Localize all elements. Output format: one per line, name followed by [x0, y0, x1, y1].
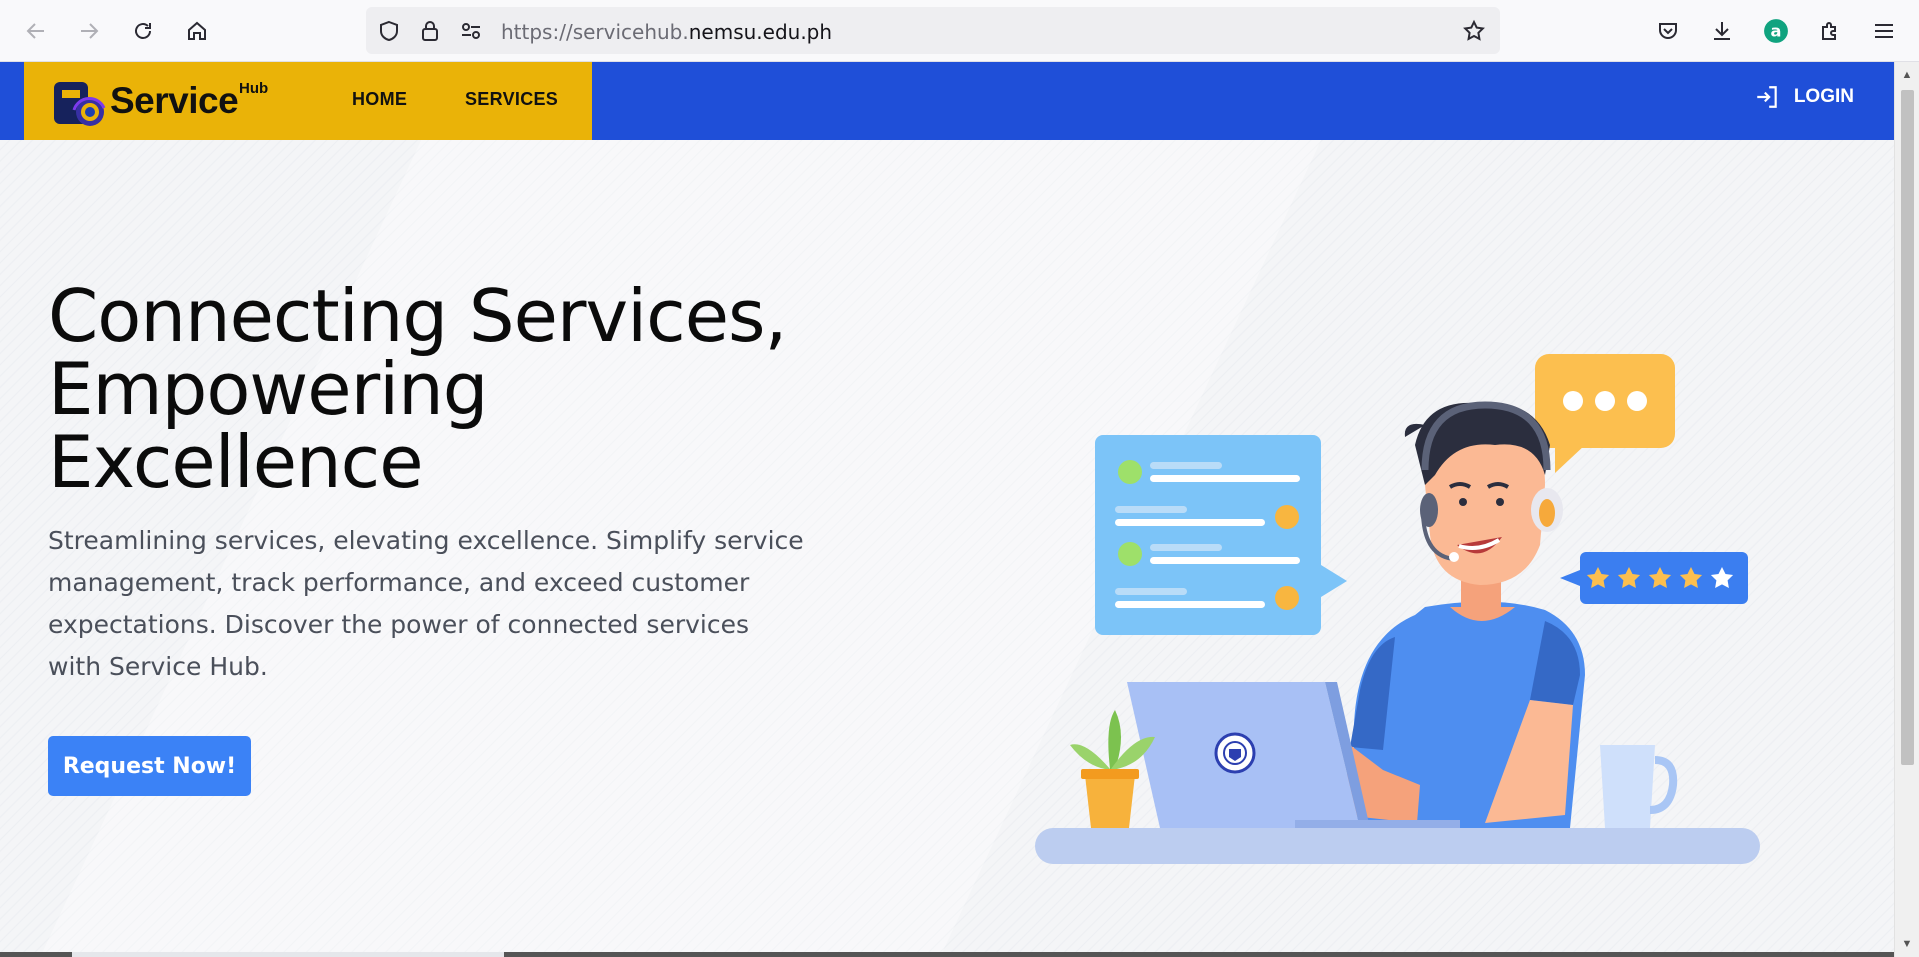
logo-superscript: Hub	[239, 80, 269, 97]
home-icon[interactable]	[180, 14, 214, 48]
nav-home[interactable]: HOME	[352, 89, 407, 110]
svg-text:a: a	[1771, 21, 1782, 40]
back-icon[interactable]	[19, 14, 53, 48]
page-scrollbar[interactable]: ▲ ▼	[1894, 62, 1919, 957]
pocket-icon[interactable]	[1651, 14, 1685, 48]
shield-icon[interactable]	[377, 19, 401, 43]
lock-icon[interactable]	[418, 19, 442, 43]
site-header: Service Hub HOME SERVICES LOGIN	[0, 62, 1894, 140]
address-bar[interactable]: https://servicehub.nemsu.edu.ph	[366, 7, 1500, 54]
menu-hamburger-icon[interactable]	[1867, 14, 1901, 48]
service-hub-logo-icon[interactable]	[52, 78, 108, 128]
mug-icon	[1600, 745, 1678, 828]
chat-panel	[1095, 435, 1347, 635]
browser-toolbar: https://servicehub.nemsu.edu.ph a	[0, 0, 1919, 62]
rating-stars-icon	[1560, 552, 1748, 604]
bookmark-star-icon[interactable]	[1462, 19, 1486, 43]
hero-description: Streamlining services, elevating excelle…	[48, 526, 804, 681]
scroll-up-arrow-icon[interactable]: ▲	[1900, 68, 1914, 82]
login-label: LOGIN	[1793, 86, 1854, 107]
bottom-edge	[0, 952, 1894, 957]
forward-icon[interactable]	[72, 14, 106, 48]
nav-services[interactable]: SERVICES	[465, 89, 558, 110]
desk	[1035, 828, 1760, 864]
hero-title: Connecting Services, Empowering Excellen…	[48, 280, 808, 499]
login-icon	[1757, 86, 1777, 108]
support-agent	[1343, 401, 1585, 828]
customer-support-illustration	[1035, 354, 1760, 864]
reload-icon[interactable]	[126, 14, 160, 48]
request-now-button[interactable]: Request Now!	[48, 736, 251, 796]
scroll-down-arrow-icon[interactable]: ▼	[1900, 937, 1914, 951]
extensions-puzzle-icon[interactable]	[1813, 14, 1847, 48]
brand-block: Service Hub HOME SERVICES	[24, 62, 592, 140]
url-text: https://servicehub.nemsu.edu.ph	[501, 20, 832, 44]
download-icon[interactable]	[1705, 14, 1739, 48]
url-domain: nemsu.edu.ph	[688, 20, 833, 44]
scroll-thumb[interactable]	[1901, 90, 1914, 765]
hero-section: Connecting Services, Empowering Excellen…	[0, 140, 1894, 957]
hero-title-line-3: Excellence	[48, 420, 424, 504]
speech-bubble-icon	[1535, 354, 1675, 473]
logo-text[interactable]: Service	[110, 80, 239, 122]
hero-title-line-1: Connecting Services,	[48, 274, 787, 358]
extension-a-icon[interactable]: a	[1759, 14, 1793, 48]
login-button[interactable]: LOGIN	[1754, 84, 1854, 110]
site-permissions-icon[interactable]	[459, 19, 483, 43]
url-prefix: https://servicehub.	[501, 20, 689, 44]
hero-title-line-2: Empowering	[48, 347, 489, 431]
